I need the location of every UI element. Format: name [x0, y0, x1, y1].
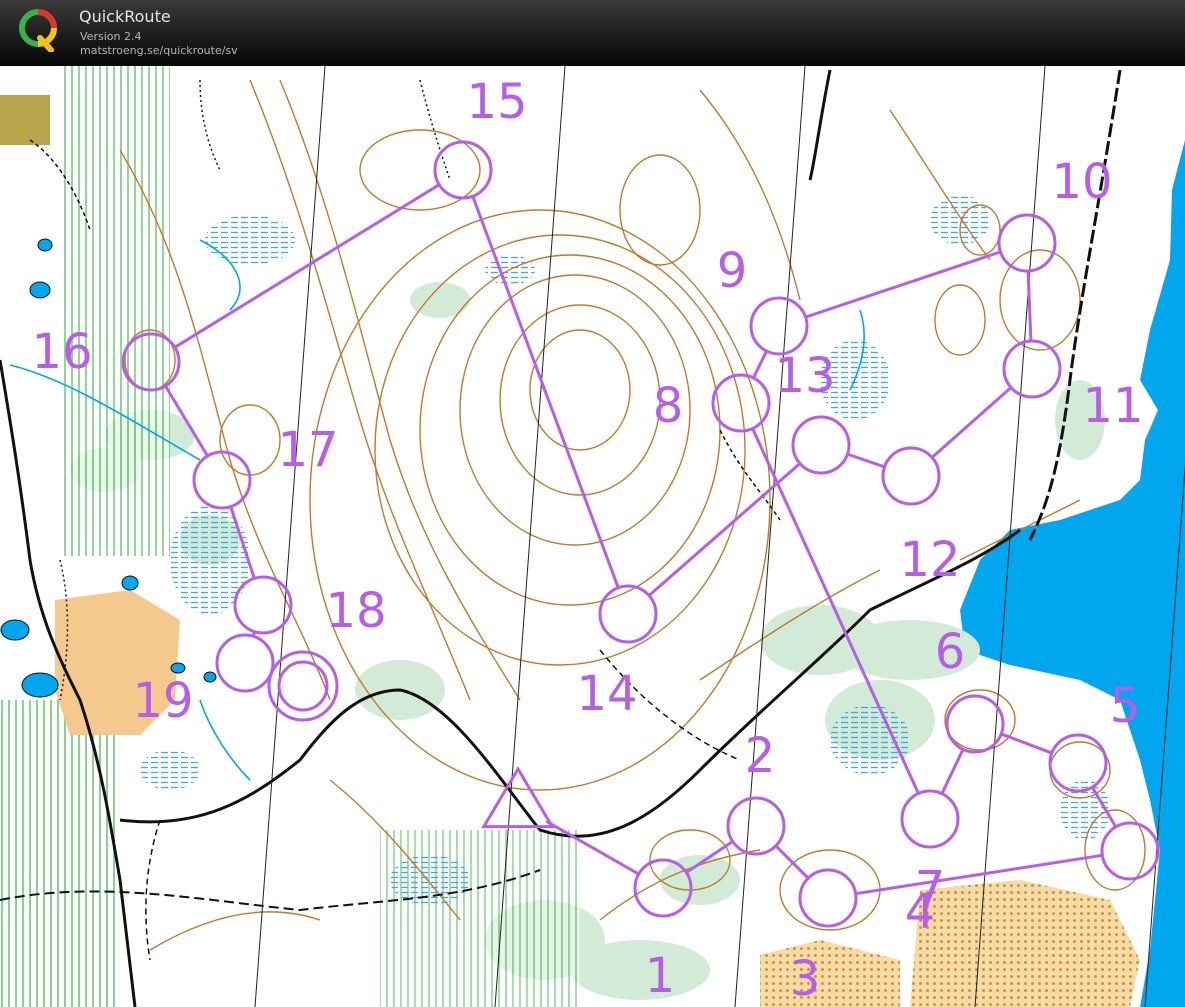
control-number-13: 13 — [774, 348, 835, 404]
app-title: QuickRoute — [79, 7, 171, 26]
control-number-19: 19 — [132, 673, 193, 729]
control-number-15: 15 — [466, 74, 527, 130]
quickroute-logo-icon — [19, 9, 57, 52]
control-number-9: 9 — [717, 243, 748, 299]
control-number-17: 17 — [277, 422, 338, 478]
control-number-5: 5 — [1110, 678, 1141, 734]
control-number-3: 3 — [790, 951, 821, 1007]
control-number-11: 11 — [1082, 378, 1143, 434]
app-version: Version 2.4 — [80, 30, 142, 43]
orienteering-map[interactable]: 12345678910111213141516171819 — [0, 66, 1185, 1007]
control-number-12: 12 — [899, 532, 960, 588]
control-number-2: 2 — [745, 728, 776, 784]
control-number-10: 10 — [1051, 154, 1112, 210]
control-number-16: 16 — [31, 324, 92, 380]
control-number-18: 18 — [325, 583, 386, 639]
app-header: QuickRoute Version 2.4 matstroeng.se/qui… — [0, 0, 1185, 66]
control-number-8: 8 — [653, 378, 684, 434]
control-number-7: 7 — [915, 861, 946, 917]
control-number-1: 1 — [645, 948, 676, 1004]
control-number-6: 6 — [935, 624, 966, 680]
control-number-14: 14 — [576, 666, 637, 722]
app-url[interactable]: matstroeng.se/quickroute/sv — [80, 44, 238, 57]
